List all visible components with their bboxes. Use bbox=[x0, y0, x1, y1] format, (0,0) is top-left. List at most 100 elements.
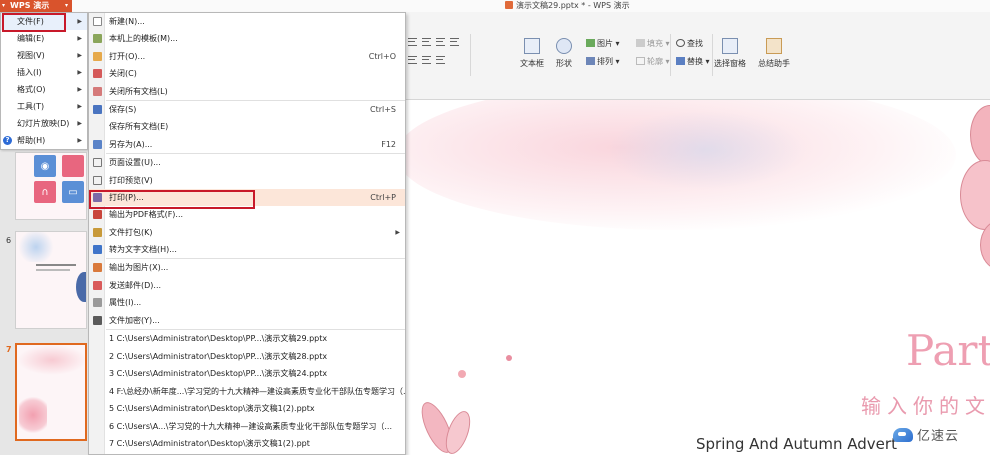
find-button[interactable]: 查找 bbox=[676, 38, 703, 49]
indent-icon[interactable] bbox=[436, 56, 445, 64]
slide-thumbnail-5[interactable]: ◉ ∩ ▭ bbox=[15, 152, 87, 220]
menu-save-all[interactable]: 保存所有文档(E) bbox=[89, 118, 405, 135]
outline-button[interactable]: 轮廓 ▾ bbox=[636, 56, 670, 67]
slide-thumbnail-panel[interactable]: ◉ ∩ ▭ 6 7 bbox=[0, 100, 90, 455]
menu-page-setup[interactable]: 页面设置(U)... bbox=[89, 154, 405, 171]
replace-button[interactable]: 替换 ▾ bbox=[676, 56, 710, 67]
menu-print-preview[interactable]: 打印预览(V) bbox=[89, 172, 405, 189]
camera-icon: ◉ bbox=[34, 155, 56, 177]
selection-pane-button[interactable]: 选择窗格 bbox=[714, 38, 746, 69]
title-bar: ▾ WPS 演示 ▾ 演示文稿29.pptx * - WPS 演示 bbox=[0, 0, 990, 12]
shape-label: 形状 bbox=[556, 59, 572, 68]
chevron-right-icon: ▶ bbox=[77, 35, 82, 42]
menu-send-mail[interactable]: 发送邮件(D)... bbox=[89, 277, 405, 294]
slide-thumbnail-6[interactable] bbox=[15, 231, 87, 329]
menu-item-label: 帮助(H) bbox=[17, 136, 46, 145]
menu-new[interactable]: 新建(N)... bbox=[89, 13, 405, 30]
align-center-icon[interactable] bbox=[422, 38, 431, 46]
petal-shape bbox=[960, 160, 990, 230]
headphones-icon: ∩ bbox=[34, 181, 56, 203]
thumb-text-line bbox=[36, 264, 76, 266]
fill-icon bbox=[636, 39, 645, 47]
arrange-button[interactable]: 排列 ▾ bbox=[586, 56, 620, 67]
wps-app-button[interactable]: ▾ WPS 演示 ▾ bbox=[0, 0, 72, 12]
recent-file-item[interactable]: 7 C:\Users\Administrator\Desktop\演示文稿1(2… bbox=[89, 435, 405, 453]
recent-file-item[interactable]: 1 C:\Users\Administrator\Desktop\PP...\演… bbox=[89, 330, 405, 348]
text-document-icon bbox=[93, 245, 102, 255]
menu-item-insert[interactable]: 插入(I) ▶ bbox=[1, 64, 87, 81]
replace-icon bbox=[676, 57, 685, 65]
menu-save-label: 保存(S) bbox=[109, 104, 137, 114]
menu-to-text-label: 转为文字文档(H)... bbox=[109, 245, 177, 255]
tile-icon bbox=[62, 155, 84, 177]
close-all-icon bbox=[93, 86, 102, 96]
recent-file-item[interactable]: 2 C:\Users\Administrator\Desktop\PP...\演… bbox=[89, 348, 405, 366]
watermark: 亿速云 bbox=[893, 425, 959, 444]
menu-export-image[interactable]: 输出为图片(X)... bbox=[89, 259, 405, 276]
chevron-right-icon: ▶ bbox=[395, 228, 400, 236]
chevron-right-icon: ▶ bbox=[77, 52, 82, 59]
print-highlight-box bbox=[89, 190, 255, 209]
menu-save-all-label: 保存所有文档(E) bbox=[109, 122, 169, 132]
watermark-text: 亿速云 bbox=[917, 429, 960, 444]
recent-file-item[interactable]: 6 C:\Users\A...\学习党的十九大精神—建设高素质专业化干部队伍专题… bbox=[89, 418, 405, 436]
menu-item-label: 编辑(E) bbox=[17, 34, 45, 43]
menu-item-format[interactable]: 格式(O) ▶ bbox=[1, 81, 87, 98]
slide-canvas[interactable]: Part 输入你的文 Spring And Autumn Advert bbox=[406, 100, 990, 455]
menu-export-pdf-label: 输出为PDF格式(F)... bbox=[109, 210, 184, 220]
chevron-right-icon: ▶ bbox=[77, 86, 82, 93]
menu-close[interactable]: 关闭(C) bbox=[89, 65, 405, 82]
picture-button[interactable]: 图片 ▾ bbox=[586, 38, 620, 49]
flower-illustration bbox=[960, 100, 990, 320]
chevron-down-icon: ▾ bbox=[64, 2, 68, 9]
flower-decoration bbox=[19, 395, 47, 435]
slide-thumbnail-7-selected[interactable] bbox=[15, 343, 87, 441]
menu-close-label: 关闭(C) bbox=[109, 69, 137, 79]
menu-properties[interactable]: 属性(I)... bbox=[89, 294, 405, 311]
recent-file-item[interactable]: 3 C:\Users\Administrator\Desktop\PP...\演… bbox=[89, 365, 405, 383]
distribute-icon[interactable] bbox=[408, 56, 417, 64]
recent-file-item[interactable]: 4 F:\总经办\新年度...\学习党的十九大精神—建设高素质专业化干部队伍专题… bbox=[89, 383, 405, 401]
summary-assistant-button[interactable]: 总结助手 bbox=[758, 38, 790, 69]
pptx-file-icon bbox=[505, 1, 513, 9]
window-title: 演示文稿29.pptx * - WPS 演示 bbox=[505, 0, 630, 12]
menu-item-label: 视图(V) bbox=[17, 51, 45, 60]
thumb-text-line bbox=[36, 269, 70, 271]
menu-save[interactable]: 保存(S) Ctrl+S bbox=[89, 101, 405, 118]
picture-icon bbox=[586, 39, 595, 47]
close-icon bbox=[93, 69, 102, 79]
line-spacing-icon[interactable] bbox=[422, 56, 431, 64]
menu-export-image-label: 输出为图片(X)... bbox=[109, 263, 169, 273]
text-box-button[interactable]: 文本框 bbox=[520, 38, 544, 69]
slide-heading: Part bbox=[906, 326, 990, 375]
menu-local-templates[interactable]: 本机上的模板(M)... bbox=[89, 30, 405, 47]
cloud-logo-icon bbox=[893, 427, 913, 442]
recent-file-item[interactable]: 5 C:\Users\Administrator\Desktop\演示文稿1(2… bbox=[89, 400, 405, 418]
arrange-label: 排列 bbox=[597, 57, 613, 66]
menu-to-text-doc[interactable]: 转为文字文档(H)... bbox=[89, 241, 405, 258]
shape-button[interactable]: 形状 bbox=[556, 38, 572, 69]
shortcut-label: Ctrl+P bbox=[370, 192, 396, 202]
summary-assistant-label: 总结助手 bbox=[758, 59, 790, 68]
align-left-icon[interactable] bbox=[408, 38, 417, 46]
menu-item-tools[interactable]: 工具(T) ▶ bbox=[1, 98, 87, 115]
menu-item-help[interactable]: ? 帮助(H) ▶ bbox=[1, 132, 87, 149]
lock-icon bbox=[93, 315, 102, 325]
menu-item-edit[interactable]: 编辑(E) ▶ bbox=[1, 30, 87, 47]
menu-item-slideshow[interactable]: 幻灯片放映(D) ▶ bbox=[1, 115, 87, 132]
align-right-icon[interactable] bbox=[436, 38, 445, 46]
fill-button[interactable]: 填充 ▾ bbox=[636, 38, 670, 49]
menu-encrypt[interactable]: 文件加密(Y)... bbox=[89, 312, 405, 329]
menu-close-all[interactable]: 关闭所有文档(L) bbox=[89, 83, 405, 100]
find-label: 查找 bbox=[687, 39, 703, 48]
package-icon bbox=[93, 227, 102, 237]
justify-icon[interactable] bbox=[450, 38, 459, 46]
menu-item-view[interactable]: 视图(V) ▶ bbox=[1, 47, 87, 64]
menu-open[interactable]: 打开(O)... Ctrl+O bbox=[89, 48, 405, 65]
menu-save-as[interactable]: 另存为(A)... F12 bbox=[89, 136, 405, 153]
text-box-label: 文本框 bbox=[520, 59, 544, 68]
dot-decoration bbox=[506, 355, 512, 361]
menu-package[interactable]: 文件打包(K) ▶ bbox=[89, 224, 405, 241]
help-icon: ? bbox=[3, 136, 12, 145]
fill-label: 填充 bbox=[647, 39, 663, 48]
